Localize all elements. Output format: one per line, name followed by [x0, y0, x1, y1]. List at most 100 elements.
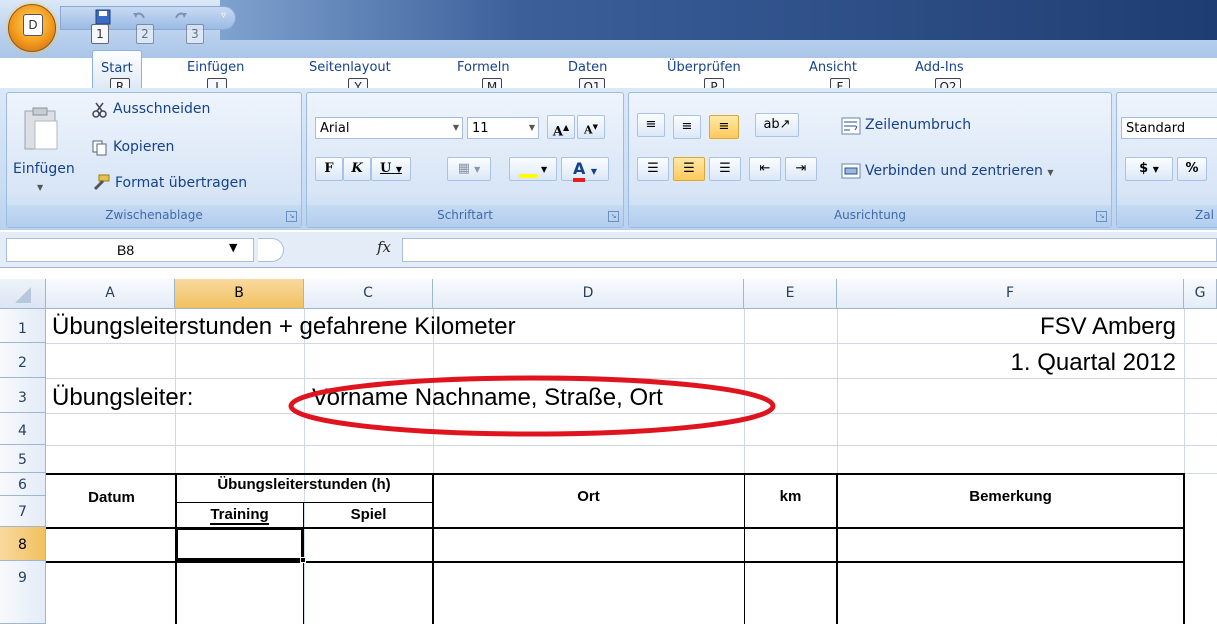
merge-center-button[interactable]: Verbinden und zentrieren ▼ [865, 163, 1054, 179]
align-left-button[interactable]: ☰ [637, 157, 669, 181]
keytip-save: 1 [91, 24, 109, 44]
tab-label: Ansicht [809, 60, 858, 75]
align-right-button[interactable]: ☰ [709, 157, 741, 181]
decrease-indent-button[interactable]: ⇤ [749, 157, 781, 181]
keytip-redo: 3 [186, 24, 204, 44]
formula-bar-expand-icon[interactable] [258, 238, 284, 262]
chevron-down-icon[interactable]: ▼ [229, 241, 237, 254]
header-datum: Datum [88, 489, 135, 506]
font-size-value: 11 [472, 121, 489, 136]
column-header-d[interactable]: D [433, 279, 744, 309]
header-hours: Übungsleiterstunden (h) [217, 476, 391, 493]
active-cell-b8[interactable] [175, 527, 304, 561]
paste-dropdown-icon: ▼ [37, 183, 44, 192]
qat-customize-icon[interactable]: ▿ [221, 10, 226, 21]
increase-indent-button[interactable]: ⇥ [785, 157, 817, 181]
align-top-button[interactable]: ≡ [637, 113, 665, 137]
chevron-down-icon: ▼ [452, 123, 459, 132]
number-format-combo[interactable]: Standard [1121, 117, 1217, 139]
shrink-font-button[interactable]: A▼ [577, 115, 605, 139]
fill-handle[interactable] [300, 557, 306, 563]
row-header-5[interactable]: 5 [0, 445, 46, 473]
save-icon[interactable] [95, 9, 111, 25]
font-size-combo[interactable]: 11 ▼ [467, 117, 539, 139]
align-middle-icon: ≡ [681, 119, 693, 134]
keytip-undo: 2 [136, 24, 154, 44]
grow-font-button[interactable]: A▲ [547, 115, 575, 139]
column-header-c[interactable]: C [304, 279, 433, 309]
cut-button[interactable]: Ausschneiden [113, 101, 210, 117]
column-header-e[interactable]: E [744, 279, 837, 309]
percent-button[interactable]: % [1177, 157, 1207, 181]
cell-f1-club[interactable]: FSV Amberg [840, 313, 1176, 341]
cell-a3-trainer-label[interactable]: Übungsleiter: [52, 384, 193, 412]
font-color-button[interactable]: A ▼ [561, 157, 609, 182]
paste-button[interactable]: Einfügen ▼ [13, 99, 75, 199]
office-button[interactable]: D [8, 4, 56, 52]
tab-daten[interactable]: Daten [568, 60, 607, 75]
clipboard-launcher-icon[interactable]: ↘ [286, 211, 297, 222]
row-header-1[interactable]: 1 [0, 309, 46, 343]
alignment-launcher-icon[interactable]: ↘ [1096, 211, 1107, 222]
tab-ueberpruefen[interactable]: Überprüfen [667, 60, 741, 75]
italic-button[interactable]: K [343, 157, 371, 181]
copy-icon [92, 140, 107, 156]
table-border [432, 473, 434, 624]
formula-input[interactable] [402, 238, 1217, 262]
font-launcher-icon[interactable]: ↘ [608, 211, 619, 222]
wrap-text-button[interactable]: Zeilenumbruch [865, 117, 971, 133]
column-header-a[interactable]: A [46, 279, 175, 309]
insert-function-icon[interactable]: fx [370, 238, 398, 262]
row-header-2[interactable]: 2 [0, 343, 46, 378]
column-header-b[interactable]: B [175, 279, 304, 309]
orientation-icon: ab↗ [763, 117, 791, 132]
tab-seitenlayout[interactable]: Seitenlayout [309, 60, 391, 75]
font-name-combo[interactable]: Arial ▼ [315, 117, 463, 139]
format-painter-button[interactable]: Format übertragen [115, 175, 247, 191]
alignment-group-label: Ausrichtung [629, 205, 1111, 227]
font-name-value: Arial [320, 121, 350, 136]
paste-label: Einfügen [13, 161, 75, 177]
font-group: Arial ▼ 11 ▼ A▲ A▼ F K U ▼ ▦ ▼ ▼ A ▼ Schri… [306, 92, 624, 228]
align-bottom-button[interactable]: ≡ [709, 115, 739, 139]
select-all-corner[interactable] [0, 279, 46, 309]
increase-indent-icon: ⇥ [795, 161, 807, 176]
row-header-6[interactable]: 6 [0, 473, 46, 496]
row-header-9[interactable]: 9 [0, 561, 46, 624]
redo-icon[interactable] [173, 9, 189, 25]
row-header-7[interactable]: 7 [0, 496, 46, 527]
currency-icon: $ [1139, 161, 1149, 176]
table-border [46, 561, 1185, 563]
currency-button[interactable]: $ ▼ [1125, 157, 1173, 181]
tab-formeln[interactable]: Formeln [457, 60, 510, 75]
borders-button[interactable]: ▦ ▼ [447, 157, 491, 181]
copy-button[interactable]: Kopieren [113, 139, 174, 155]
tab-label: Daten [568, 60, 608, 75]
column-header-g[interactable]: G [1184, 279, 1217, 309]
tab-add-ins[interactable]: Add-Ins [915, 60, 964, 75]
name-box[interactable]: B8 ▼ [6, 238, 254, 262]
header-training-label: Training [210, 506, 269, 525]
alignment-group: ≡ ≡ ≡ ab↗ ☰ ☰ ☰ ⇤ ⇥ Zeilenumbruch Verbin… [628, 92, 1112, 228]
cell-f2-quarter[interactable]: 1. Quartal 2012 [840, 349, 1176, 377]
align-top-icon: ≡ [645, 117, 657, 132]
underline-button[interactable]: U ▼ [371, 157, 411, 181]
tab-einfuegen[interactable]: Einfügen [187, 60, 244, 75]
excel-window: D ▿ 1 2 3 Start Einfügen Seitenlayout Fo… [0, 0, 1217, 624]
tab-ansicht[interactable]: Ansicht [809, 60, 857, 75]
cell-a1-title[interactable]: Übungsleiterstunden + gefahrene Kilomete… [52, 313, 516, 341]
column-header-f[interactable]: F [837, 279, 1184, 309]
orientation-button[interactable]: ab↗ [755, 113, 799, 137]
fill-color-button[interactable]: ▼ [509, 157, 557, 181]
row-header-8[interactable]: 8 [0, 527, 46, 561]
undo-icon[interactable] [131, 9, 147, 25]
chevron-down-icon: ▼ [528, 123, 535, 132]
chevron-down-icon: ▼ [474, 165, 481, 174]
header-km: km [779, 488, 802, 505]
row-header-4[interactable]: 4 [0, 413, 46, 445]
font-group-label: Schriftart [307, 205, 623, 227]
row-header-3[interactable]: 3 [0, 378, 46, 413]
align-middle-button[interactable]: ≡ [673, 115, 701, 139]
bold-button[interactable]: F [315, 157, 343, 181]
align-center-button[interactable]: ☰ [673, 157, 705, 181]
